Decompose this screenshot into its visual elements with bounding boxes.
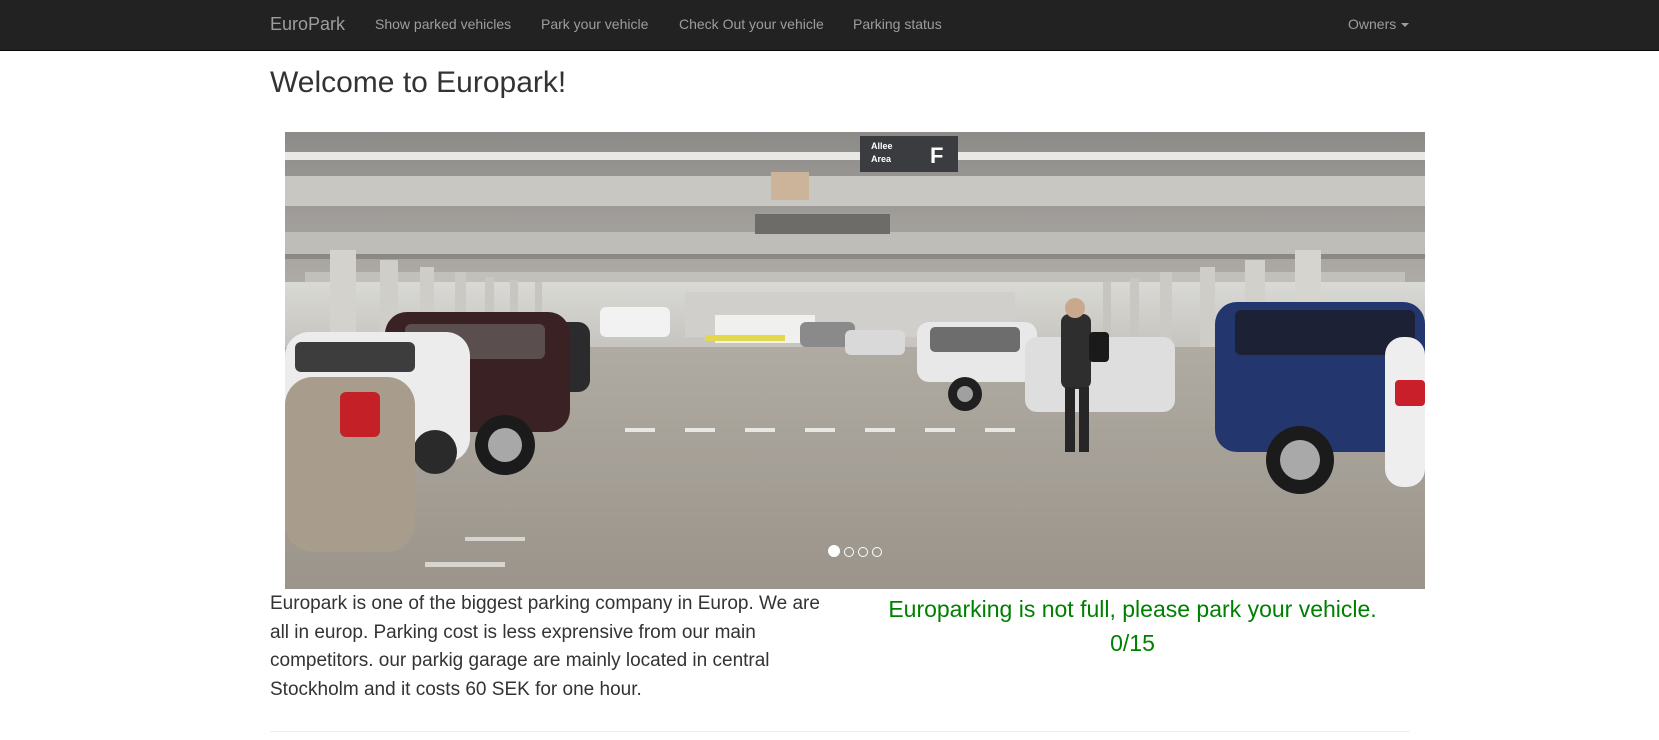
carousel-indicator[interactable]	[828, 545, 840, 557]
image-carousel[interactable]: Allee Area F	[285, 132, 1425, 589]
nav-check-out-your-vehicle[interactable]: Check Out your vehicle	[679, 0, 824, 50]
caret-down-icon	[1401, 23, 1410, 28]
carousel-indicator[interactable]	[844, 547, 854, 557]
page-title: Welcome to Europark!	[270, 66, 567, 99]
nav-park-your-vehicle[interactable]: Park your vehicle	[541, 0, 648, 50]
nav-show-parked-vehicles[interactable]: Show parked vehicles	[375, 0, 511, 50]
area-sign-line2: Area	[871, 154, 892, 164]
top-navbar: EuroPark Show parked vehicles Park your …	[0, 0, 1659, 51]
area-sign-line1: Allee	[871, 141, 893, 151]
status-message: Europarking is not full, please park you…	[888, 596, 1377, 622]
area-sign-letter: F	[930, 143, 943, 168]
owners-dropdown-label: Owners	[1348, 16, 1397, 32]
carousel-indicators	[285, 545, 1425, 557]
owners-dropdown[interactable]: Owners	[1348, 0, 1410, 50]
parking-garage-photo: Allee Area F	[285, 132, 1425, 589]
occupancy-count: 0/15	[1110, 630, 1155, 656]
about-text: Europark is one of the biggest parking c…	[270, 593, 820, 700]
parking-status: Europarking is not full, please park you…	[840, 592, 1425, 660]
nav-parking-status[interactable]: Parking status	[853, 0, 942, 50]
carousel-indicator[interactable]	[858, 547, 868, 557]
footer-divider	[270, 731, 1410, 732]
brand-link[interactable]: EuroPark	[270, 0, 345, 50]
carousel-indicator[interactable]	[872, 547, 882, 557]
